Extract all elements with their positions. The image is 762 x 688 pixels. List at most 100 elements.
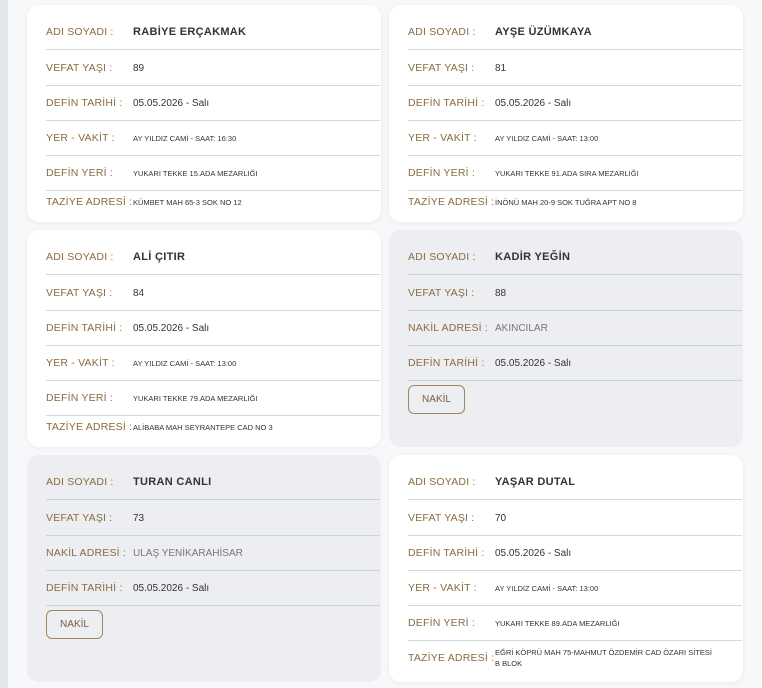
name-row: ADI SOYADI : YAŞAR DUTAL [408,465,742,500]
obituary-card-3: ADI SOYADI : ALİ ÇITIR VEFAT YAŞI : 84 D… [27,230,381,447]
burial-date-label: DEFİN TARİHİ : [408,357,485,369]
burial-place-value: YUKARI TEKKE 15.ADA MEZARLIĞI [133,168,258,178]
burial-place-value: YUKARI TEKKE 89.ADA MEZARLIĞI [495,618,620,628]
place-time-row: YER - VAKİT : AY YILDIZ CAMİ - SAAT: 16:… [46,121,380,156]
deceased-name: AYŞE ÜZÜMKAYA [495,26,592,38]
deceased-name: RABİYE ERÇAKMAK [133,26,247,38]
place-time-label: YER - VAKİT : [408,132,477,144]
age-row: VEFAT YAŞI : 84 [46,276,380,311]
burial-place-value: YUKARI TEKKE 91.ADA SIRA MEZARLIĞI [495,168,639,178]
name-row: ADI SOYADI : ALİ ÇITIR [46,240,380,275]
burial-date-row: DEFİN TARİHİ : 05.05.2026 - Salı [46,311,380,346]
age-label: VEFAT YAŞI : [46,512,113,524]
obituary-card-2: ADI SOYADI : AYŞE ÜZÜMKAYA VEFAT YAŞI : … [389,5,743,222]
transfer-row: NAKİL ADRESİ : ULAŞ YENİKARAHİSAR [46,536,380,571]
age-value: 84 [133,287,145,299]
age-row: VEFAT YAŞI : 70 [408,501,742,536]
transfer-label: NAKİL ADRESİ : [408,322,489,334]
place-time-value: AY YILDIZ CAMİ - SAAT: 16:30 [133,133,237,143]
burial-date-label: DEFİN TARİHİ : [46,322,123,334]
name-label: ADI SOYADI : [46,26,114,38]
age-row: VEFAT YAŞI : 73 [46,501,380,536]
condolence-value: ALİBABA MAH SEYRANTEPE CAD NO 3 [133,422,273,432]
name-label: ADI SOYADI : [408,26,476,38]
burial-place-label: DEFİN YERİ : [46,167,113,179]
burial-place-label: DEFİN YERİ : [408,617,475,629]
burial-date-value: 05.05.2026 - Salı [133,322,210,334]
burial-date-label: DEFİN TARİHİ : [408,97,485,109]
burial-date-label: DEFİN TARİHİ : [46,97,123,109]
age-value: 89 [133,62,145,74]
transfer-button[interactable]: NAKİL [408,385,465,414]
burial-place-label: DEFİN YERİ : [408,167,475,179]
age-value: 70 [495,512,507,524]
age-label: VEFAT YAŞI : [408,62,475,74]
burial-date-row: DEFİN TARİHİ : 05.05.2026 - Salı [46,571,380,606]
age-value: 88 [495,287,507,299]
condolence-value: İNÖNÜ MAH 20-9 SOK TUĞRA APT NO 8 [495,197,637,207]
place-time-value: AY YILDIZ CAMİ - SAAT: 13:00 [133,358,237,368]
name-label: ADI SOYADI : [46,476,114,488]
burial-place-value: YUKARI TEKKE 79.ADA MEZARLIĞI [133,393,258,403]
burial-date-label: DEFİN TARİHİ : [408,547,485,559]
obituary-card-6: ADI SOYADI : YAŞAR DUTAL VEFAT YAŞI : 70… [389,455,743,682]
burial-date-value: 05.05.2026 - Salı [495,97,572,109]
obituary-card-4: ADI SOYADI : KADİR YEĞİN VEFAT YAŞI : 88… [389,230,743,447]
burial-date-row: DEFİN TARİHİ : 05.05.2026 - Salı [408,86,742,121]
transfer-value: AKINCILAR [495,322,548,334]
transfer-row: NAKİL ADRESİ : AKINCILAR [408,311,742,346]
condolence-label: TAZİYE ADRESİ : [408,196,495,208]
left-edge-bar [0,0,8,688]
age-value: 81 [495,62,507,74]
age-value: 73 [133,512,145,524]
burial-date-value: 05.05.2026 - Salı [133,582,210,594]
place-time-row: YER - VAKİT : AY YILDIZ CAMİ - SAAT: 13:… [46,346,380,381]
name-label: ADI SOYADI : [46,251,114,263]
condolence-row: TAZİYE ADRESİ : ALİBABA MAH SEYRANTEPE C… [46,410,380,444]
burial-date-row: DEFİN TARİHİ : 05.05.2026 - Salı [408,346,742,381]
burial-date-label: DEFİN TARİHİ : [46,582,123,594]
condolence-label: TAZİYE ADRESİ : [46,196,133,208]
name-label: ADI SOYADI : [408,476,476,488]
name-row: ADI SOYADI : KADİR YEĞİN [408,240,742,275]
place-time-label: YER - VAKİT : [408,582,477,594]
name-row: ADI SOYADI : TURAN CANLI [46,465,380,500]
place-time-row: YER - VAKİT : AY YILDIZ CAMİ - SAAT: 13:… [408,571,742,606]
condolence-row: TAZİYE ADRESİ : İNÖNÜ MAH 20-9 SOK TUĞRA… [408,185,742,219]
condolence-row: TAZİYE ADRESİ : KÜMBET MAH 65-3 SOK NO 1… [46,185,380,219]
transfer-value: ULAŞ YENİKARAHİSAR [133,547,243,559]
condolence-label: TAZİYE ADRESİ : [46,421,133,433]
name-row: ADI SOYADI : RABİYE ERÇAKMAK [46,15,380,50]
burial-date-value: 05.05.2026 - Salı [495,357,572,369]
deceased-name: TURAN CANLI [133,476,212,488]
burial-date-row: DEFİN TARİHİ : 05.05.2026 - Salı [46,86,380,121]
age-label: VEFAT YAŞI : [408,512,475,524]
age-label: VEFAT YAŞI : [46,287,113,299]
place-time-label: YER - VAKİT : [46,132,115,144]
burial-date-value: 05.05.2026 - Salı [133,97,210,109]
place-time-label: YER - VAKİT : [46,357,115,369]
condolence-value: EĞRİ KÖPRÜ MAH 75-MAHMUT ÖZDEMİR CAD ÖZA… [495,648,712,668]
condolence-label: TAZİYE ADRESİ : [408,652,495,664]
deceased-name: ALİ ÇITIR [133,251,186,263]
obituary-card-5: ADI SOYADI : TURAN CANLI VEFAT YAŞI : 73… [27,455,381,682]
name-label: ADI SOYADI : [408,251,476,263]
burial-date-value: 05.05.2026 - Salı [495,547,572,559]
obituary-card-1: ADI SOYADI : RABİYE ERÇAKMAK VEFAT YAŞI … [27,5,381,222]
condolence-row: TAZİYE ADRESİ : EĞRİ KÖPRÜ MAH 75-MAHMUT… [408,641,742,675]
condolence-value: KÜMBET MAH 65-3 SOK NO 12 [133,197,242,207]
transfer-label: NAKİL ADRESİ : [46,547,127,559]
burial-place-label: DEFİN YERİ : [46,392,113,404]
transfer-button[interactable]: NAKİL [46,610,103,639]
deceased-name: YAŞAR DUTAL [495,476,576,488]
burial-date-row: DEFİN TARİHİ : 05.05.2026 - Salı [408,536,742,571]
age-row: VEFAT YAŞI : 81 [408,51,742,86]
deceased-name: KADİR YEĞİN [495,251,571,263]
name-row: ADI SOYADI : AYŞE ÜZÜMKAYA [408,15,742,50]
age-row: VEFAT YAŞI : 89 [46,51,380,86]
burial-place-row: DEFİN YERİ : YUKARI TEKKE 89.ADA MEZARLI… [408,606,742,641]
age-row: VEFAT YAŞI : 88 [408,276,742,311]
place-time-value: AY YILDIZ CAMİ - SAAT: 13:00 [495,583,599,593]
place-time-row: YER - VAKİT : AY YILDIZ CAMİ - SAAT: 13:… [408,121,742,156]
age-label: VEFAT YAŞI : [46,62,113,74]
